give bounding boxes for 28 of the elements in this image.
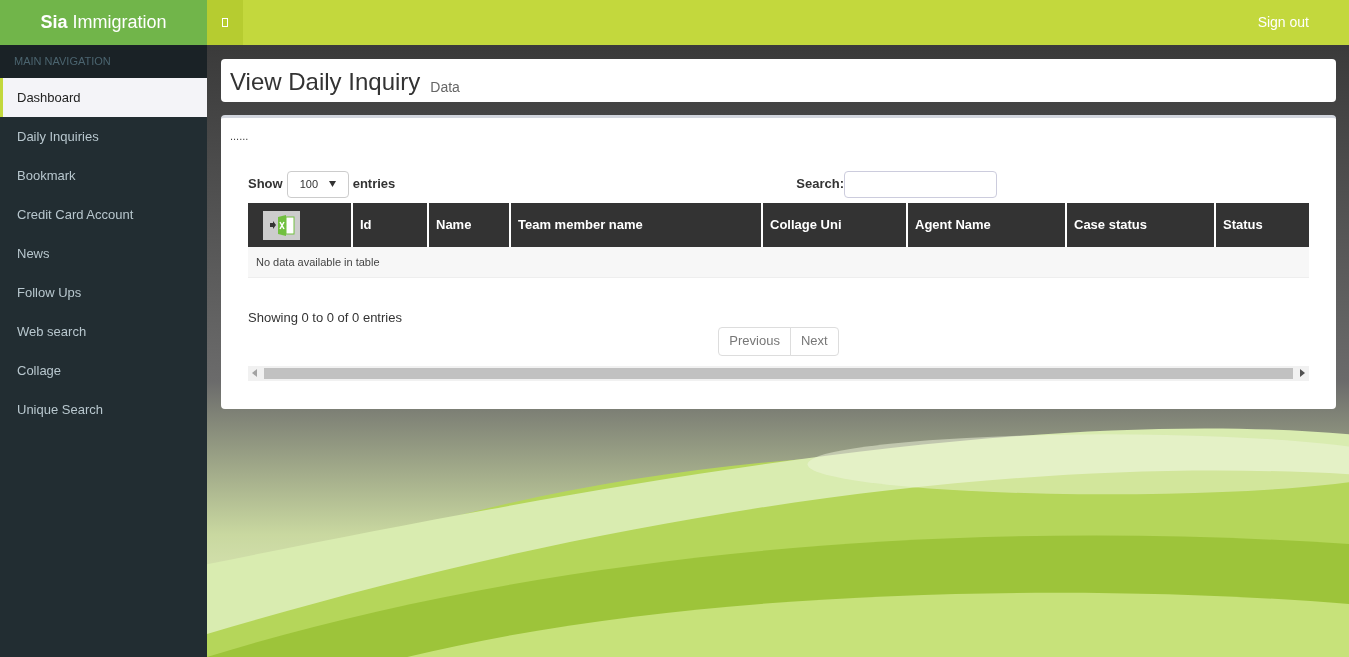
scroll-right-icon[interactable] <box>1299 369 1305 377</box>
search-label: Search: <box>796 175 844 194</box>
dots-text: ...... <box>230 129 250 144</box>
sidebar-item[interactable]: Collage <box>0 351 207 390</box>
entries-select[interactable]: 100 <box>286 170 349 198</box>
show-label: Show <box>248 175 283 194</box>
horizontal-scrollbar[interactable] <box>248 365 1309 381</box>
page-title: View Daily Inquiry <box>230 70 421 94</box>
caret-icon <box>328 181 336 187</box>
scroll-left-icon[interactable] <box>252 369 258 377</box>
sidebar-item[interactable]: Bookmark <box>0 156 207 195</box>
sidebar-header: MAIN NAVIGATION <box>0 45 207 78</box>
sidebar-item[interactable]: Web search <box>0 312 207 351</box>
table-info: Showing 0 to 0 of 0 entries <box>248 309 403 327</box>
empty-table-cell: No data available in table <box>248 247 1309 278</box>
sidebar-item[interactable]: Follow Ups <box>0 273 207 312</box>
sidebar-item[interactable]: Daily Inquiries <box>0 117 207 156</box>
sidebar-item[interactable]: Credit Card Account <box>0 195 207 234</box>
column-header[interactable]: Status <box>1216 203 1308 247</box>
search-field[interactable] <box>844 170 997 198</box>
sidebar-item[interactable]: Dashboard <box>0 78 207 117</box>
page-subtitle: Data <box>430 80 460 94</box>
sidebar-item[interactable]: Unique Search <box>0 390 207 429</box>
sidebar-item[interactable]: News <box>0 234 207 273</box>
spreadsheet-icon[interactable] <box>263 210 300 240</box>
scroll-thumb[interactable] <box>264 367 1293 379</box>
entries-label: entries <box>352 175 396 194</box>
sidebar-toggle[interactable] <box>207 0 243 45</box>
